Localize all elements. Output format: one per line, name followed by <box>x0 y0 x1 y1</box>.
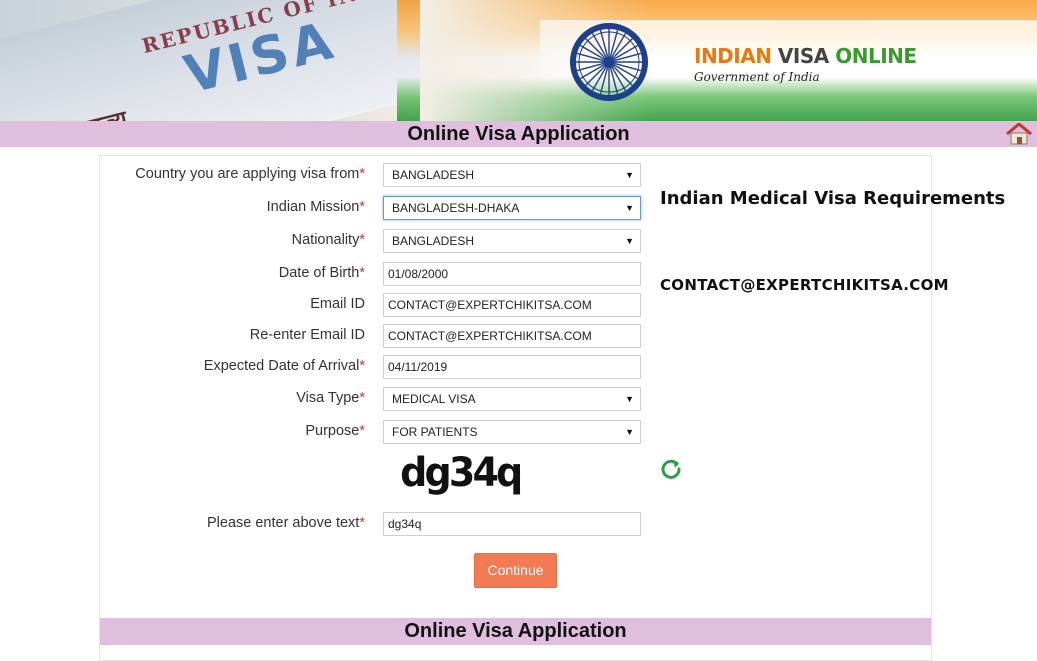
logo-word-indian: INDIAN <box>694 44 772 68</box>
home-icon[interactable] <box>1005 123 1033 145</box>
chevron-down-icon: ▼ <box>625 236 634 246</box>
side-heading: Indian Medical Visa Requirements <box>660 188 1006 209</box>
continue-button[interactable]: Continue <box>474 553 557 588</box>
arrival-label: Expected Date of Arrival* <box>203 358 365 374</box>
dob-label: Date of Birth* <box>278 265 365 281</box>
country-select[interactable]: BANGLADESH ▼ <box>383 163 641 187</box>
arrival-date-input[interactable]: 04/11/2019 <box>383 355 641 379</box>
logo-word-online: ONLINE <box>835 44 917 68</box>
form-row-arrival: Expected Date of Arrival* 04/11/2019 <box>100 355 660 379</box>
mission-label: Indian Mission* <box>266 199 365 215</box>
form-row-email: Email ID CONTACT@EXPERTCHIKITSA.COM <box>100 293 660 317</box>
ashoka-chakra-icon <box>570 23 648 101</box>
nationality-label: Nationality* <box>291 232 365 248</box>
purpose-label: Purpose* <box>305 423 365 439</box>
refresh-icon[interactable] <box>660 457 682 479</box>
form-row-dob: Date of Birth* 01/08/2000 <box>100 262 660 286</box>
email-input[interactable]: CONTACT@EXPERTCHIKITSA.COM <box>383 293 641 317</box>
captcha-image: dg34q <box>400 450 523 496</box>
chevron-down-icon: ▼ <box>625 203 634 213</box>
page-title: Online Visa Application <box>407 123 630 145</box>
captcha-input[interactable]: dg34q <box>383 512 641 536</box>
form-row-nationality: Nationality* BANGLADESH ▼ <box>100 229 660 253</box>
bottom-title: Online Visa Application <box>404 620 627 642</box>
captcha-label: Please enter above text* <box>206 515 365 531</box>
visa-type-label: Visa Type* <box>296 390 365 406</box>
chevron-down-icon: ▼ <box>625 394 634 404</box>
site-logo[interactable]: INDIAN VISA ONLINE Government of India <box>694 44 917 84</box>
form-row-purpose: Purpose* FOR PATIENTS ▼ <box>100 420 660 444</box>
country-label: Country you are applying visa from* <box>135 166 365 182</box>
visa-type-select[interactable]: MEDICAL VISA ▼ <box>383 387 641 411</box>
email-label: Email ID <box>310 296 365 312</box>
chevron-down-icon: ▼ <box>625 427 634 437</box>
purpose-select[interactable]: FOR PATIENTS ▼ <box>383 420 641 444</box>
dob-input[interactable]: 01/08/2000 <box>383 262 641 286</box>
logo-word-visa: VISA <box>777 44 829 68</box>
bottom-title-bar: Online Visa Application <box>100 618 931 645</box>
chevron-down-icon: ▼ <box>625 170 634 180</box>
logo-subtitle: Government of India <box>694 70 820 84</box>
passport-image: REPUBLIC OF INDIA VISA भारत गणराज्य <box>0 0 453 121</box>
side-contact-email: CONTACT@EXPERTCHIKITSA.COM <box>660 276 949 294</box>
form-row-mission: Indian Mission* BANGLADESH-DHAKA ▼ <box>100 196 660 220</box>
form-row-country: Country you are applying visa from* BANG… <box>100 163 660 187</box>
mission-select[interactable]: BANGLADESH-DHAKA ▼ <box>383 196 641 220</box>
reemail-input[interactable]: CONTACT@EXPERTCHIKITSA.COM <box>383 324 641 348</box>
form-row-reemail: Re-enter Email ID CONTACT@EXPERTCHIKITSA… <box>100 324 660 348</box>
header-banner: REPUBLIC OF INDIA VISA भारत गणराज्य INDI… <box>0 0 1037 121</box>
passport-hindi-text: भारत गणराज्य <box>9 103 130 121</box>
nationality-select[interactable]: BANGLADESH ▼ <box>383 229 641 253</box>
form-row-visa-type: Visa Type* MEDICAL VISA ▼ <box>100 387 660 411</box>
page-title-bar: Online Visa Application <box>0 121 1037 147</box>
visa-application-form: Country you are applying visa from* BANG… <box>99 155 932 661</box>
reemail-label: Re-enter Email ID <box>249 327 365 343</box>
form-row-captcha: Please enter above text* dg34q <box>100 512 660 536</box>
